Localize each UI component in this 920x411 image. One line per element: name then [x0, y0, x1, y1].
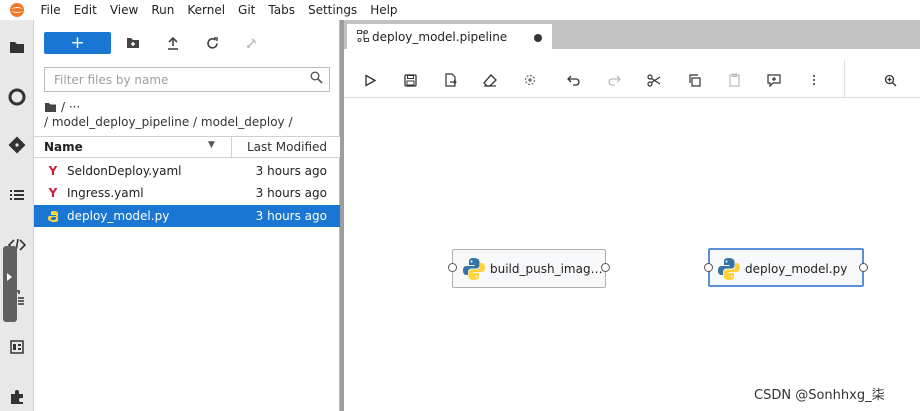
jupyter-logo-icon [0, 0, 34, 20]
file-row-ingress[interactable]: Y Ingress.yaml 3 hours ago [34, 182, 340, 204]
menu-tabs[interactable]: Tabs [262, 0, 302, 20]
new-launcher-button[interactable]: + [44, 32, 111, 54]
input-port[interactable] [704, 263, 713, 272]
new-folder-icon[interactable] [123, 33, 143, 53]
tab-title: deploy_model.pipeline [372, 30, 508, 44]
refresh-icon[interactable] [202, 33, 222, 53]
add-comment-icon[interactable] [764, 70, 784, 90]
run-pipeline-icon[interactable] [360, 70, 380, 90]
upload-icon[interactable] [163, 33, 183, 53]
activity-bar [0, 20, 34, 411]
menu-file[interactable]: File [34, 0, 67, 20]
more-options-icon[interactable] [804, 70, 824, 90]
column-divider[interactable] [231, 137, 232, 157]
menu-bar: File Edit View Run Kernel Git Tabs Setti… [0, 0, 920, 20]
undo-icon[interactable] [564, 70, 584, 90]
runtimes-icon[interactable] [520, 70, 540, 90]
toolbar-separator [844, 60, 845, 97]
pipeline-node-deploy-model[interactable]: deploy_model.py [704, 248, 868, 287]
sidebar-collapse-handle[interactable] [3, 246, 17, 322]
pipeline-toolbar [344, 60, 920, 98]
export-pipeline-icon[interactable] [440, 70, 460, 90]
file-browser: + / ··· / model_deploy_pipeline / model_… [34, 20, 340, 411]
yaml-file-icon: Y [48, 186, 58, 200]
clear-pipeline-icon[interactable] [480, 70, 500, 90]
extensions-icon[interactable] [0, 382, 34, 411]
search-icon [310, 71, 323, 87]
menu-help[interactable]: Help [364, 0, 404, 20]
redo-icon[interactable] [604, 70, 624, 90]
yaml-file-icon: Y [48, 164, 58, 178]
node-label: build_push_imag… [490, 262, 603, 276]
file-filter-input[interactable] [45, 68, 295, 91]
file-name: deploy_model.py [67, 209, 170, 223]
unsaved-indicator-icon[interactable] [534, 34, 542, 42]
menu-git[interactable]: Git [232, 0, 262, 20]
output-port[interactable] [601, 263, 610, 272]
cut-icon[interactable] [644, 70, 664, 90]
sort-caret-icon: ▼ [208, 140, 215, 150]
breadcrumb-path[interactable]: / model_deploy_pipeline / model_deploy / [44, 115, 293, 129]
node-label: deploy_model.py [745, 262, 848, 276]
file-modified: 3 hours ago [255, 209, 327, 223]
running-kernels-icon[interactable] [0, 82, 34, 112]
menu-edit[interactable]: Edit [67, 0, 103, 20]
input-port[interactable] [448, 263, 457, 272]
paste-icon[interactable] [724, 70, 744, 90]
file-list-header: Name ▼ Last Modified [34, 136, 340, 158]
file-row-seldondeploy[interactable]: Y SeldonDeploy.yaml 3 hours ago [34, 160, 340, 182]
pipeline-components-icon[interactable] [0, 332, 34, 362]
save-pipeline-icon[interactable] [400, 70, 420, 90]
menu-kernel[interactable]: Kernel [181, 0, 232, 20]
file-name: Ingress.yaml [67, 186, 144, 200]
python-file-icon [46, 209, 60, 223]
menu-view[interactable]: View [103, 0, 144, 20]
breadcrumb: / ··· [44, 99, 80, 115]
pipeline-node-build-push-image[interactable]: build_push_imag… [448, 249, 610, 288]
tab-bar: deploy_model.pipeline [344, 20, 920, 49]
expand-arrow-icon [7, 273, 12, 281]
file-modified: 3 hours ago [255, 186, 327, 200]
file-filter-box [44, 67, 330, 92]
file-name: SeldonDeploy.yaml [67, 164, 182, 178]
file-browser-toolbar: + [34, 20, 340, 60]
menu-settings[interactable]: Settings [301, 0, 363, 20]
python-icon [717, 257, 741, 281]
watermark: CSDN @Sonhhxg_柒 [754, 388, 885, 403]
folder-icon[interactable] [0, 32, 34, 62]
column-modified-header[interactable]: Last Modified [247, 140, 327, 154]
file-modified: 3 hours ago [255, 164, 327, 178]
column-name-header[interactable]: Name [44, 140, 83, 154]
zoom-in-icon[interactable] [880, 70, 900, 90]
breadcrumb-ellipsis[interactable]: / ··· [61, 100, 80, 114]
pipeline-canvas[interactable]: build_push_imag… deploy_model.py [344, 98, 920, 411]
toc-icon[interactable] [0, 180, 34, 210]
git-icon[interactable] [0, 130, 34, 160]
home-folder-icon[interactable] [44, 102, 57, 113]
copy-icon[interactable] [684, 70, 704, 90]
main-area: deploy_model.pipeline build_push_imag… d… [340, 20, 920, 411]
tab-deploy-model-pipeline[interactable]: deploy_model.pipeline [347, 24, 552, 49]
git-clone-icon[interactable] [242, 33, 262, 53]
python-icon [462, 257, 486, 281]
file-row-deploy-model[interactable]: deploy_model.py 3 hours ago [34, 205, 340, 227]
menu-run[interactable]: Run [145, 0, 181, 20]
pipeline-icon [357, 30, 369, 45]
output-port[interactable] [859, 263, 868, 272]
